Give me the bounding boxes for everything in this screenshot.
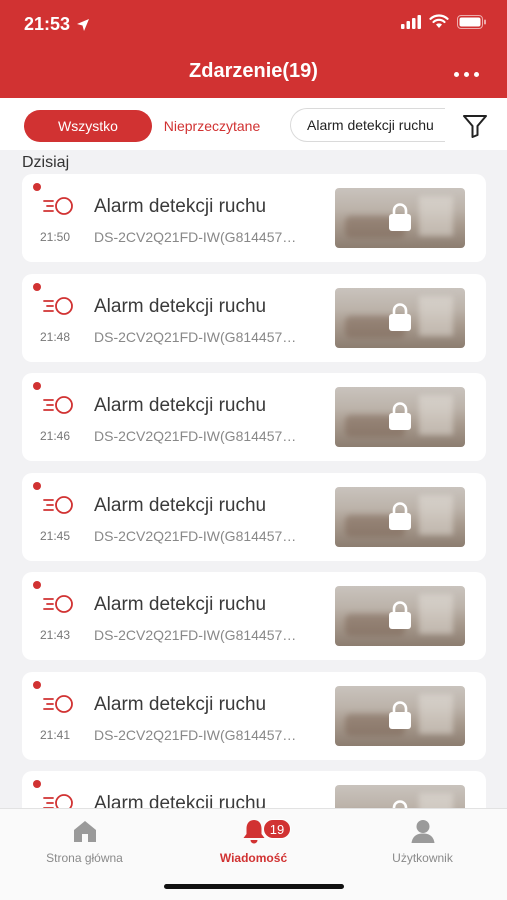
event-device: DS-2CV2Q21FD-IW(G814457… (94, 726, 297, 743)
wifi-icon (429, 14, 449, 28)
tab-user[interactable]: Użytkownik (338, 817, 507, 873)
event-title: Alarm detekcji ruchu (94, 494, 267, 516)
more-options-button[interactable] (451, 64, 481, 84)
event-time: 21:43 (40, 628, 71, 642)
tab-user-label: Użytkownik (392, 851, 453, 865)
unread-dot-icon (33, 282, 41, 291)
home-indicator (164, 884, 344, 889)
event-device: DS-2CV2Q21FD-IW(G814457… (94, 328, 297, 345)
unread-dot-icon (33, 680, 41, 689)
event-title: Alarm detekcji ruchu (94, 793, 267, 808)
lock-icon (389, 601, 411, 629)
unread-dot-icon (33, 382, 41, 390)
event-title: Alarm detekcji ruchu (94, 594, 267, 615)
battery-icon (457, 14, 486, 29)
app-header: 21:53 Zdarzenie(19) (0, 0, 507, 98)
lock-icon (392, 800, 408, 808)
event-device: DS-2CV2Q21FD-IW(G814457… (94, 428, 297, 444)
unread-dot-icon (33, 183, 41, 191)
motion-alarm-icon (43, 396, 73, 414)
event-card[interactable]: 21:48 Alarm detekcji ruchu DS-2CV2Q21FD-… (22, 273, 486, 362)
lock-icon (389, 700, 411, 729)
event-device: DS-2CV2Q21FD-IW(G814457… (94, 229, 297, 245)
event-card[interactable]: 21:41 Alarm detekcji ruchu DS-2CV2Q21FD-… (22, 671, 486, 760)
event-device: DS-2CV2Q21FD-IW(G814457… (94, 627, 297, 643)
event-title: Alarm detekcji ruchu (94, 196, 267, 217)
event-thumbnail[interactable] (335, 188, 465, 248)
event-thumbnail[interactable] (335, 785, 465, 808)
unread-dot-icon (33, 581, 41, 589)
event-time: 21:46 (40, 429, 71, 443)
tab-home[interactable]: Strona główna (0, 817, 169, 873)
event-card[interactable]: 21:50 Alarm detekcji ruchu DS-2CV2Q21FD-… (22, 174, 486, 262)
event-time: 21:41 (40, 727, 71, 742)
motion-alarm-icon (43, 495, 73, 514)
tab-messages-label: Wiadomość (219, 851, 288, 865)
more-dot-icon (473, 71, 479, 77)
event-thumbnail[interactable] (335, 387, 465, 447)
clock-text: 21:53 (24, 14, 71, 34)
messages-badge: 19 (263, 819, 291, 839)
event-thumbnail[interactable] (335, 287, 465, 348)
unread-dot-icon (33, 780, 41, 788)
location-arrow-icon (77, 18, 90, 31)
event-title: Alarm detekcji ruchu (94, 395, 267, 416)
filter-all-chip[interactable]: Wszystko (24, 110, 152, 142)
filter-unread-chip[interactable]: Nieprzeczytane (152, 110, 272, 142)
status-time: 21:53 (24, 14, 90, 35)
event-card[interactable]: 21:45 Alarm detekcji ruchu DS-2CV2Q21FD-… (22, 472, 486, 561)
motion-alarm-icon (43, 296, 73, 315)
event-device: DS-2CV2Q21FD-IW(G814457… (94, 527, 297, 544)
event-time: 21:45 (40, 528, 71, 543)
event-card[interactable]: 21:40 Alarm detekcji ruchu DS-2CV2Q21FD-… (22, 771, 486, 808)
filter-bar: Wszystko Nieprzeczytane Alarm detekcji r… (0, 98, 507, 150)
unread-dot-icon (33, 481, 41, 490)
filter-funnel-icon[interactable] (461, 112, 489, 140)
status-icons (401, 14, 487, 29)
status-bar: 21:53 (0, 0, 507, 50)
event-thumbnail[interactable] (335, 586, 465, 646)
motion-alarm-icon (43, 794, 73, 808)
lock-icon (389, 402, 411, 430)
section-date-label: Dzisiaj (22, 154, 70, 171)
more-dot-icon (463, 71, 469, 77)
event-time: 21:50 (40, 230, 71, 244)
page-title: Zdarzenie(19) (189, 60, 318, 82)
more-dot-icon (453, 71, 459, 77)
filter-type-chip[interactable]: Alarm detekcji ruchu (290, 108, 445, 142)
lock-icon (389, 203, 411, 231)
event-card[interactable]: 21:46 Alarm detekcji ruchu DS-2CV2Q21FD-… (22, 373, 486, 461)
motion-alarm-icon (43, 197, 73, 215)
motion-alarm-icon (43, 694, 73, 713)
event-title: Alarm detekcji ruchu (94, 693, 267, 715)
event-list: 21:50 Alarm detekcji ruchu DS-2CV2Q21FD-… (0, 174, 507, 808)
event-thumbnail[interactable] (335, 685, 465, 746)
tab-messages[interactable]: 19 Wiadomość (169, 817, 338, 873)
event-title: Alarm detekcji ruchu (94, 295, 267, 317)
lock-icon (389, 501, 411, 530)
user-icon (411, 820, 434, 843)
event-time: 21:48 (40, 329, 71, 344)
home-icon (73, 821, 96, 842)
motion-alarm-icon (43, 595, 73, 613)
event-card[interactable]: 21:43 Alarm detekcji ruchu DS-2CV2Q21FD-… (22, 572, 486, 660)
lock-icon (389, 302, 411, 331)
event-thumbnail[interactable] (335, 486, 465, 547)
signal-icon (401, 14, 421, 29)
tab-home-label: Strona główna (46, 851, 123, 865)
